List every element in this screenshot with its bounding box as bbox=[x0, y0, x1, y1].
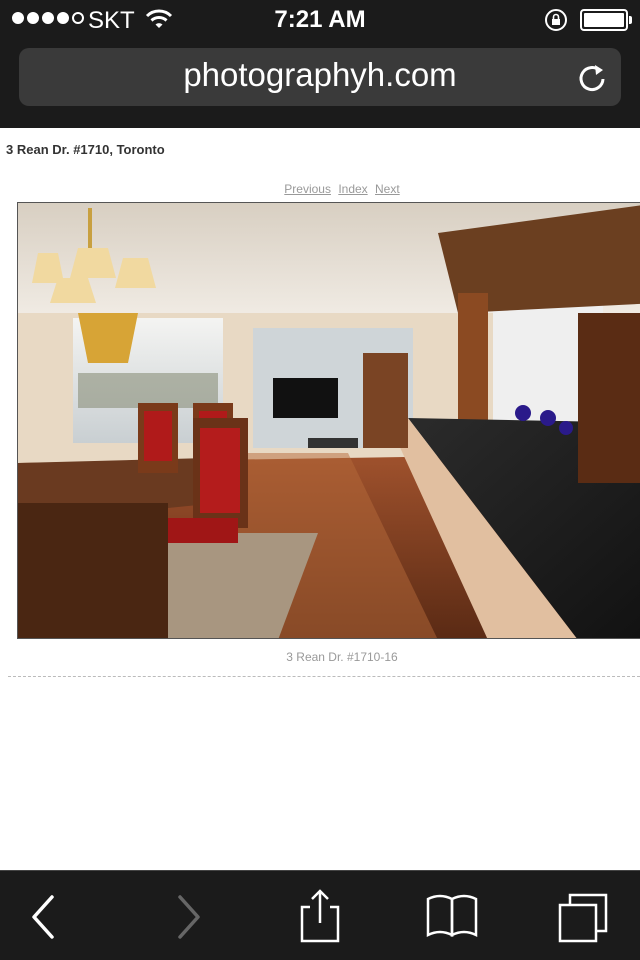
browser-address-area: photographyh.com bbox=[0, 40, 640, 128]
tabs-icon[interactable] bbox=[556, 889, 612, 945]
previous-link[interactable]: Previous bbox=[284, 182, 331, 196]
bookmarks-icon[interactable] bbox=[424, 889, 480, 945]
battery-tip bbox=[629, 16, 632, 24]
forward-icon[interactable] bbox=[160, 889, 216, 945]
address-bar[interactable]: photographyh.com bbox=[19, 48, 621, 106]
photo-illustration bbox=[18, 203, 640, 638]
index-link[interactable]: Index bbox=[338, 182, 367, 196]
reload-icon[interactable] bbox=[576, 61, 608, 93]
property-photo[interactable] bbox=[17, 202, 640, 639]
browser-toolbar bbox=[0, 870, 640, 960]
photo-caption: 3 Rean Dr. #1710-16 bbox=[286, 650, 398, 664]
page-title: 3 Rean Dr. #1710, Toronto bbox=[6, 142, 165, 157]
gallery-navigation: Previous Index Next bbox=[0, 182, 640, 196]
back-icon[interactable] bbox=[18, 889, 74, 945]
web-content: 3 Rean Dr. #1710, Toronto Previous Index… bbox=[0, 128, 640, 870]
battery-icon bbox=[580, 9, 628, 31]
next-link[interactable]: Next bbox=[375, 182, 400, 196]
status-bar: SKT 7:21 AM bbox=[0, 0, 640, 40]
url-text[interactable]: photographyh.com bbox=[19, 56, 621, 94]
content-divider bbox=[8, 676, 640, 677]
rotation-lock-icon bbox=[545, 9, 567, 31]
share-icon[interactable] bbox=[292, 889, 348, 945]
